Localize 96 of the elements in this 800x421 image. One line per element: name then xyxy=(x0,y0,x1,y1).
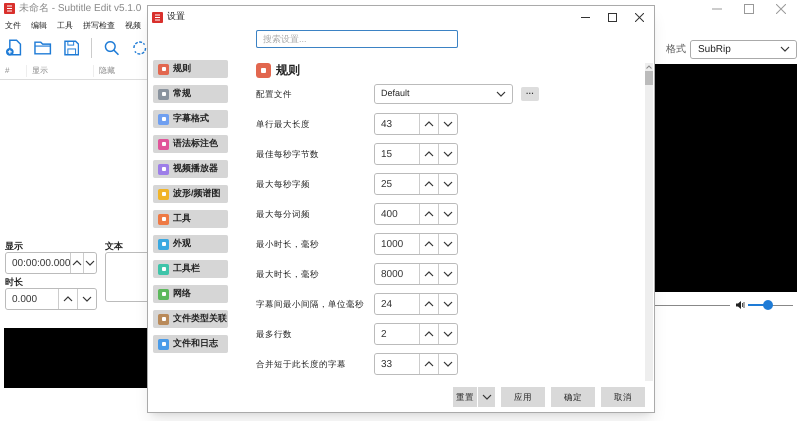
save-icon[interactable] xyxy=(64,40,80,56)
menu-item[interactable]: 文件 xyxy=(5,20,21,32)
field-label: 显示 xyxy=(5,240,24,252)
setting-label: 配置文件 xyxy=(256,88,293,100)
increment-button[interactable] xyxy=(70,253,84,273)
sidebar-item[interactable]: 视频播放器 xyxy=(153,160,228,178)
number-value: 0.000 xyxy=(11,292,38,306)
sidebar-label: 工具栏 xyxy=(173,262,200,276)
number-field[interactable]: 1000 xyxy=(374,233,458,255)
sidebar-item[interactable]: 文件类型关联 xyxy=(153,310,228,328)
setting-label: 最小时长，毫秒 xyxy=(256,238,320,250)
field-label: 文本 xyxy=(105,240,124,252)
format-dropdown[interactable]: SubRip xyxy=(690,40,797,58)
setting-label: 最大每分词频 xyxy=(256,208,311,220)
number-field[interactable]: 15 xyxy=(374,143,458,165)
setting-label: 最大时长，毫秒 xyxy=(256,268,320,280)
menu-item[interactable]: 拼写检查 xyxy=(83,20,115,32)
sidebar-label: 网络 xyxy=(173,287,191,300)
section-icon xyxy=(256,62,271,78)
number-field[interactable]: 33 xyxy=(374,353,458,375)
number-value: 15 xyxy=(380,148,394,162)
dialog-button[interactable]: 确定 xyxy=(551,387,595,407)
volume-icon[interactable] xyxy=(736,301,745,309)
dialog-button[interactable]: 取消 xyxy=(601,387,645,407)
sidebar-item[interactable]: 波形/频谱图 xyxy=(153,185,228,203)
number-value: 25 xyxy=(380,178,394,192)
setting-label: 字幕间最小间隔，单位毫秒 xyxy=(256,298,365,310)
sidebar-label: 外观 xyxy=(173,237,191,250)
setting-label: 最大每秒字频 xyxy=(256,178,311,190)
menu-item[interactable]: 视频 xyxy=(125,20,141,32)
sidebar-label: 工具 xyxy=(173,212,191,226)
number-field[interactable]: 00:00:00.000 xyxy=(5,252,97,274)
column-header[interactable]: # xyxy=(0,64,27,76)
scrollbar-thumb[interactable] xyxy=(645,71,653,85)
dialog-title: 设置 xyxy=(167,10,185,24)
sidebar-item[interactable]: 工具栏 xyxy=(153,260,228,278)
sidebar-item[interactable]: 常规 xyxy=(153,85,228,103)
number-field[interactable]: 43 xyxy=(374,113,458,135)
profile-dropdown[interactable]: Default xyxy=(374,84,513,104)
reset-button[interactable]: 重置 xyxy=(453,387,477,407)
sidebar-label: 字幕格式 xyxy=(173,112,209,126)
setting-label: 最佳每秒字节数 xyxy=(256,148,320,160)
section-title: 规则 xyxy=(276,62,300,79)
new-file-icon[interactable] xyxy=(5,39,22,57)
sidebar-item[interactable]: 外观 xyxy=(153,235,228,253)
number-value: 00:00:00.000 xyxy=(11,256,70,270)
more-button[interactable]: ··· xyxy=(521,87,539,101)
scrollbar[interactable] xyxy=(645,63,653,381)
number-value: 1000 xyxy=(380,238,404,252)
sidebar-item[interactable]: 规则 xyxy=(153,60,228,78)
number-value: 8000 xyxy=(380,268,404,282)
sidebar-label: 文件类型关联 xyxy=(173,312,227,326)
window-title: 未命名 - Subtitle Edit v5.1.0 xyxy=(19,2,142,16)
number-field[interactable]: 25 xyxy=(374,173,458,195)
sidebar-label: 波形/频谱图 xyxy=(173,187,221,200)
field-label: 时长 xyxy=(5,276,24,288)
sidebar-item[interactable]: 工具 xyxy=(153,210,228,228)
dialog-button[interactable]: 应用 xyxy=(501,387,545,407)
maximize-icon[interactable] xyxy=(608,12,617,22)
number-field[interactable]: 24 xyxy=(374,293,458,315)
number-value: 33 xyxy=(380,358,394,372)
setting-label: 合并短于此长度的字幕 xyxy=(256,358,347,370)
menu-item[interactable]: 编辑 xyxy=(31,20,47,32)
number-field[interactable]: 400 xyxy=(374,203,458,225)
volume-slider[interactable] xyxy=(748,300,793,310)
scroll-up-icon[interactable] xyxy=(646,65,652,69)
number-value: 43 xyxy=(380,118,394,132)
setting-label: 最多行数 xyxy=(256,328,293,340)
app-logo-icon xyxy=(152,12,163,22)
number-value: 24 xyxy=(380,298,394,312)
search-icon[interactable] xyxy=(104,40,120,56)
refresh-icon[interactable] xyxy=(132,40,147,56)
column-header[interactable]: 显示 xyxy=(27,64,94,76)
sidebar-label: 语法标注色 xyxy=(173,137,218,150)
sidebar-item[interactable]: 文件和日志 xyxy=(153,335,228,353)
close-icon[interactable] xyxy=(635,12,644,22)
setting-label: 单行最大长度 xyxy=(256,118,311,130)
app-logo-icon xyxy=(4,3,15,14)
sidebar-label: 视频播放器 xyxy=(173,162,218,176)
format-label: 格式 xyxy=(666,42,686,56)
sidebar-label: 常规 xyxy=(173,87,191,100)
search-field[interactable]: 搜索设置... xyxy=(256,30,458,48)
number-value: 2 xyxy=(380,328,388,342)
folder-icon[interactable] xyxy=(34,40,52,56)
menu-item[interactable]: 工具 xyxy=(57,20,73,32)
reset-menu-button[interactable] xyxy=(478,387,495,407)
sidebar-item[interactable]: 网络 xyxy=(153,285,228,303)
sidebar-label: 规则 xyxy=(173,62,191,76)
number-field[interactable]: 2 xyxy=(374,323,458,345)
number-value: 400 xyxy=(380,208,399,222)
sidebar-label: 文件和日志 xyxy=(173,337,218,350)
decrement-button[interactable] xyxy=(83,253,96,273)
number-field[interactable]: 0.000 xyxy=(5,288,97,310)
sidebar-item[interactable]: 语法标注色 xyxy=(153,135,228,153)
sidebar-item[interactable]: 字幕格式 xyxy=(153,110,228,128)
number-field[interactable]: 8000 xyxy=(374,263,458,285)
